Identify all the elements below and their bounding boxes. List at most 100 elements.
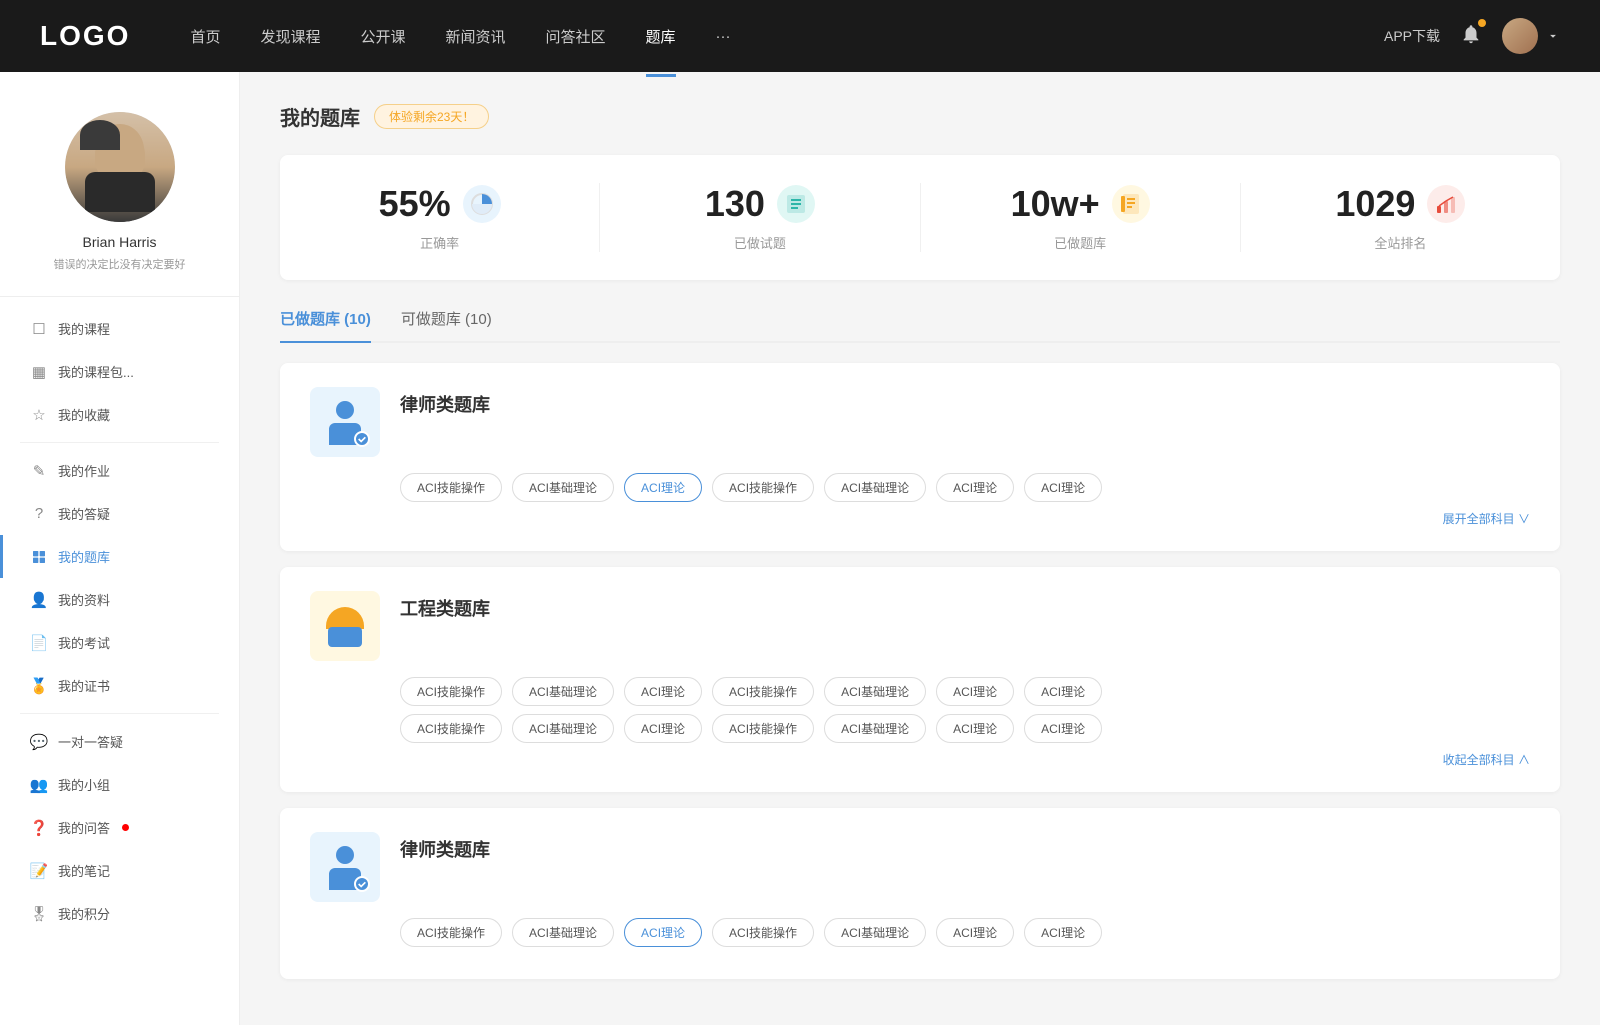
sidebar-divider-2: [20, 713, 219, 714]
tag-1-6[interactable]: ACI理论: [936, 473, 1014, 502]
tag-2a-7[interactable]: ACI理论: [1024, 677, 1102, 706]
nav-open-course[interactable]: 公开课: [360, 22, 405, 51]
sidebar-item-course[interactable]: ☐ 我的课程: [0, 307, 239, 350]
notification-bell[interactable]: [1460, 23, 1482, 50]
bank-card-engineering: 工程类题库 ACI技能操作 ACI基础理论 ACI理论 ACI技能操作 ACI基…: [280, 567, 1560, 792]
profile-section: Brian Harris 错误的决定比没有决定要好: [0, 92, 239, 297]
tag-3-7[interactable]: ACI理论: [1024, 918, 1102, 947]
expand-link-1[interactable]: 展开全部科目 ∨: [310, 510, 1530, 527]
nav-more[interactable]: ···: [716, 24, 731, 49]
bank-tags-row-2b: ACI技能操作 ACI基础理论 ACI理论 ACI技能操作 ACI基础理论 AC…: [400, 714, 1530, 743]
sidebar-item-notes[interactable]: 📝 我的笔记: [0, 849, 239, 892]
tag-3-6[interactable]: ACI理论: [936, 918, 1014, 947]
tag-2a-2[interactable]: ACI基础理论: [512, 677, 614, 706]
stat-ranking-value: 1029: [1335, 183, 1415, 225]
tag-2a-4[interactable]: ACI技能操作: [712, 677, 814, 706]
tab-available-banks[interactable]: 可做题库 (10): [401, 308, 492, 341]
tag-2a-5[interactable]: ACI基础理论: [824, 677, 926, 706]
tag-3-4[interactable]: ACI技能操作: [712, 918, 814, 947]
grid-icon: [30, 548, 48, 566]
bank-card-lawyer-1: 律师类题库 ACI技能操作 ACI基础理论 ACI理论 ACI技能操作 ACI基…: [280, 363, 1560, 551]
sidebar-item-my-qa[interactable]: ❓ 我的问答: [0, 806, 239, 849]
logo[interactable]: LOGO: [40, 20, 130, 52]
tag-2b-3[interactable]: ACI理论: [624, 714, 702, 743]
sidebar-item-course-pack[interactable]: ▦ 我的课程包...: [0, 350, 239, 393]
tag-3-2[interactable]: ACI基础理论: [512, 918, 614, 947]
stat-done-banks-value: 10w+: [1011, 183, 1100, 225]
qa-notification-dot: [122, 824, 129, 831]
sidebar-item-profile[interactable]: 👤 我的资料: [0, 578, 239, 621]
tag-1-5[interactable]: ACI基础理论: [824, 473, 926, 502]
sidebar-menu: ☐ 我的课程 ▦ 我的课程包... ☆ 我的收藏 ✎ 我的作业 ? 我的答疑: [0, 297, 239, 945]
app-download-button[interactable]: APP下载: [1384, 26, 1440, 46]
check-badge-icon: [354, 431, 370, 447]
sidebar-item-qa[interactable]: ? 我的答疑: [0, 492, 239, 535]
bar-icon: ▦: [30, 363, 48, 381]
stat-accuracy-icon: [463, 185, 501, 223]
stat-done-questions-value: 130: [705, 183, 765, 225]
user-avatar-wrap[interactable]: [1502, 18, 1560, 54]
sidebar-item-course-label: 我的课程: [58, 319, 110, 338]
sidebar-item-question-bank[interactable]: 我的题库: [0, 535, 239, 578]
bank-tags-row-1: ACI技能操作 ACI基础理论 ACI理论 ACI技能操作 ACI基础理论 AC…: [400, 473, 1530, 502]
sidebar-item-tutoring[interactable]: 💬 一对一答疑: [0, 720, 239, 763]
tag-1-4[interactable]: ACI技能操作: [712, 473, 814, 502]
file-icon: ☐: [30, 320, 48, 338]
sidebar-item-group[interactable]: 👥 我的小组: [0, 763, 239, 806]
sidebar-item-course-pack-label: 我的课程包...: [58, 362, 134, 381]
tag-1-7[interactable]: ACI理论: [1024, 473, 1102, 502]
tag-1-1[interactable]: ACI技能操作: [400, 473, 502, 502]
sidebar-item-cert[interactable]: 🏅 我的证书: [0, 664, 239, 707]
user-avatar: [1502, 18, 1538, 54]
stat-ranking-top: 1029: [1335, 183, 1465, 225]
tag-3-5[interactable]: ACI基础理论: [824, 918, 926, 947]
tag-2b-5[interactable]: ACI基础理论: [824, 714, 926, 743]
sidebar-item-profile-label: 我的资料: [58, 590, 110, 609]
sidebar-divider-1: [20, 442, 219, 443]
bank-icon-inner-engineering: [322, 603, 368, 649]
tag-1-3[interactable]: ACI理论: [624, 473, 702, 502]
bank-card-lawyer-2: 律师类题库 ACI技能操作 ACI基础理论 ACI理论 ACI技能操作 ACI基…: [280, 808, 1560, 979]
sidebar-item-favorites[interactable]: ☆ 我的收藏: [0, 393, 239, 436]
helmet-top-icon: [326, 607, 364, 629]
tag-3-3[interactable]: ACI理论: [624, 918, 702, 947]
page-title: 我的题库: [280, 102, 360, 131]
bank-title-engineering: 工程类题库: [400, 591, 490, 621]
sidebar-item-notes-label: 我的笔记: [58, 861, 110, 880]
nav-news[interactable]: 新闻资讯: [446, 22, 506, 51]
tag-2b-1[interactable]: ACI技能操作: [400, 714, 502, 743]
collapse-link-2[interactable]: 收起全部科目 ∧: [310, 751, 1530, 768]
sidebar-item-group-label: 我的小组: [58, 775, 110, 794]
nav-home[interactable]: 首页: [190, 22, 220, 51]
sidebar-item-tutoring-label: 一对一答疑: [58, 732, 123, 751]
sidebar-item-points[interactable]: 🎖 我的积分: [0, 892, 239, 935]
stat-done-banks-icon: [1112, 185, 1150, 223]
bank-title-lawyer-2: 律师类题库: [400, 832, 490, 862]
profile-name: Brian Harris: [83, 234, 157, 250]
tag-2b-4[interactable]: ACI技能操作: [712, 714, 814, 743]
tag-2a-6[interactable]: ACI理论: [936, 677, 1014, 706]
tag-3-1[interactable]: ACI技能操作: [400, 918, 502, 947]
bank-card-header-3: 律师类题库: [310, 832, 1530, 902]
sidebar-item-homework[interactable]: ✎ 我的作业: [0, 449, 239, 492]
tag-2a-3[interactable]: ACI理论: [624, 677, 702, 706]
tag-2b-2[interactable]: ACI基础理论: [512, 714, 614, 743]
tag-2a-1[interactable]: ACI技能操作: [400, 677, 502, 706]
check-badge-icon-2: [354, 876, 370, 892]
qa-icon: ❓: [30, 819, 48, 837]
edit-icon: ✎: [30, 462, 48, 480]
person-head-icon: [336, 401, 354, 419]
tab-done-banks[interactable]: 已做题库 (10): [280, 308, 371, 341]
tag-2b-6[interactable]: ACI理论: [936, 714, 1014, 743]
tag-2b-7[interactable]: ACI理论: [1024, 714, 1102, 743]
nav-qa[interactable]: 问答社区: [546, 22, 606, 51]
nav-discover[interactable]: 发现课程: [260, 22, 320, 51]
tag-1-2[interactable]: ACI基础理论: [512, 473, 614, 502]
note-icon: [1119, 192, 1143, 216]
sidebar-item-exam[interactable]: 📄 我的考试: [0, 621, 239, 664]
notification-badge: [1478, 19, 1486, 27]
note-icon: 📝: [30, 862, 48, 880]
stat-accuracy-value: 55%: [379, 183, 451, 225]
bar-chart-icon: [1434, 192, 1458, 216]
nav-question-bank[interactable]: 题库: [646, 22, 676, 51]
